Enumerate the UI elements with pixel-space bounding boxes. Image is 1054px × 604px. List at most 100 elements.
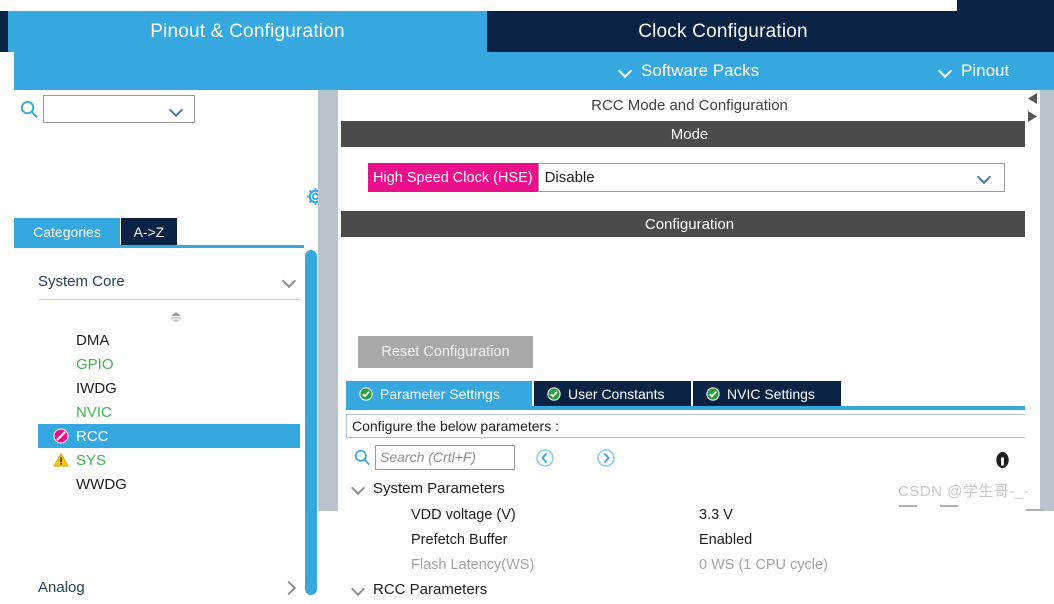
check-circle-icon <box>706 386 720 401</box>
param-value: Enabled <box>699 531 753 548</box>
param-group-system-parameters[interactable]: System Parameters <box>352 476 505 500</box>
param-group-label: RCC Parameters <box>373 580 488 598</box>
tab-nvic-settings[interactable]: NVIC Settings <box>693 381 841 406</box>
main-tab-bar: Pinout & Configuration Clock Configurati… <box>0 11 1054 52</box>
chevron-down-icon <box>171 105 182 116</box>
configure-parameters-banner: Configure the below parameters : <box>346 414 1038 438</box>
table-row[interactable]: Prefetch Buffer Enabled <box>346 527 1038 552</box>
panel-divider <box>318 90 338 511</box>
param-group-label: System Parameters <box>373 479 505 497</box>
right-panel-scrollbar-track[interactable] <box>1025 90 1040 511</box>
forbidden-icon <box>52 428 69 445</box>
configuration-tab-underline <box>346 406 1040 410</box>
param-group-rcc-parameters[interactable]: RCC Parameters <box>352 577 487 601</box>
pinout-menu[interactable]: Pinout <box>940 52 1009 90</box>
tab-label: Categories <box>33 223 101 240</box>
search-icon[interactable] <box>354 449 371 466</box>
group-label: Analog <box>38 578 85 596</box>
next-arrow-icon[interactable] <box>596 448 616 468</box>
chevron-down-icon <box>940 65 952 77</box>
hse-mode-value: Disable <box>544 169 595 186</box>
left-panel-scrollbar-thumb[interactable] <box>305 250 317 595</box>
tree-item-iwdg[interactable]: IWDG <box>38 376 300 400</box>
tree-item-wwdg[interactable]: WWDG <box>38 472 300 496</box>
group-header-system-core[interactable]: System Core <box>38 263 300 300</box>
peripheral-tree-inner: System Core DMA GPIO IWDG NVIC RCC SYS W… <box>14 251 304 604</box>
tree-item-label: WWDG <box>76 475 127 493</box>
chevron-down-icon <box>352 482 365 495</box>
tab-user-constants[interactable]: User Constants <box>534 381 691 406</box>
watermark: CSDN @学生哥-_- <box>898 483 1030 500</box>
toolbar-left-pad <box>0 52 14 90</box>
chevron-right-icon <box>283 581 296 594</box>
warning-icon <box>52 452 69 469</box>
tab-overflow[interactable] <box>960 11 1054 52</box>
software-packs-label: Software Packs <box>641 61 760 80</box>
hse-mode-select[interactable]: Disable <box>537 163 1005 192</box>
tree-item-gpio[interactable]: GPIO <box>38 352 300 376</box>
item-status-icon <box>52 380 69 397</box>
section-header-configuration: Configuration <box>341 211 1038 237</box>
window-top-strip <box>0 0 1054 11</box>
group-label: System Core <box>38 272 125 290</box>
secondary-toolbar: Software Packs Pinout <box>0 52 1054 90</box>
tree-item-dma[interactable]: DMA <box>38 328 300 352</box>
info-icon[interactable] <box>992 447 1013 469</box>
window-scrollbar-column[interactable] <box>1040 90 1054 511</box>
scroll-down-arrow-icon[interactable] <box>1026 110 1039 123</box>
tree-item-rcc[interactable]: RCC <box>38 424 300 448</box>
chevron-down-icon <box>620 65 632 77</box>
category-tab-bar: Categories A->Z <box>0 218 330 245</box>
tab-label: User Constants <box>568 385 665 402</box>
category-tab-filler <box>177 218 330 245</box>
page-title: RCC Mode and Configuration <box>338 90 1041 120</box>
banner-text: Configure the below parameters : <box>352 418 559 434</box>
chevron-down-icon <box>283 275 296 288</box>
tab-label: Pinout & Configuration <box>150 20 345 42</box>
right-panel: RCC Mode and Configuration Mode High Spe… <box>338 90 1041 598</box>
item-status-icon <box>52 356 69 373</box>
tree-item-label: IWDG <box>76 379 117 397</box>
mode-row-hse: High Speed Clock (HSE) Disable <box>368 163 1005 192</box>
tab-categories[interactable]: Categories <box>14 218 120 245</box>
left-panel: Categories A->Z System Core DMA GPIO IWD… <box>0 90 330 601</box>
software-packs-menu[interactable]: Software Packs <box>620 52 759 90</box>
parameter-search-row: Search (Crtl+F) <box>346 442 1038 474</box>
tree-item-nvic[interactable]: NVIC <box>38 400 300 424</box>
parameter-search-input[interactable]: Search (Crtl+F) <box>375 445 515 470</box>
tree-item-sys[interactable]: SYS <box>38 448 300 472</box>
peripheral-search-combo[interactable] <box>43 95 195 123</box>
tab-label: Clock Configuration <box>638 20 808 42</box>
peripheral-tree: System Core DMA GPIO IWDG NVIC RCC SYS W… <box>14 245 318 601</box>
check-circle-icon <box>547 386 561 401</box>
tree-item-label: SYS <box>76 451 107 469</box>
group-header-analog[interactable]: Analog <box>38 569 300 604</box>
tab-clock-configuration[interactable]: Clock Configuration <box>489 11 957 52</box>
scroll-up-arrow-icon[interactable] <box>1026 92 1039 105</box>
param-value: 0 WS (1 CPU cycle) <box>699 556 828 573</box>
horizontal-scrollbar[interactable] <box>338 503 1044 511</box>
tree-item-label: DMA <box>76 331 110 349</box>
peripheral-search-row <box>0 90 330 130</box>
tab-pinout-and-configuration[interactable]: Pinout & Configuration <box>8 11 487 52</box>
param-name: Prefetch Buffer <box>411 531 508 548</box>
hscroll-seg <box>940 505 958 507</box>
hscroll-seg <box>899 505 917 507</box>
tab-parameter-settings[interactable]: Parameter Settings <box>346 381 532 406</box>
search-icon[interactable] <box>20 100 39 119</box>
chevron-down-icon <box>352 583 365 596</box>
collapse-handle-icon[interactable] <box>166 311 186 323</box>
tab-label: NVIC Settings <box>727 385 815 402</box>
chevron-down-icon <box>979 172 990 183</box>
nav-sliver <box>957 0 1054 11</box>
tab-a-to-z[interactable]: A->Z <box>121 218 177 245</box>
configuration-tab-bar: Parameter Settings User Constants NVIC S… <box>346 381 1041 406</box>
item-status-icon <box>52 476 69 493</box>
reset-configuration-button[interactable]: Reset Configuration <box>358 336 533 368</box>
section-label: Configuration <box>644 215 735 233</box>
pinout-label: Pinout <box>961 61 1010 80</box>
tab-label: Parameter Settings <box>380 385 500 402</box>
section-label: Mode <box>670 125 709 143</box>
tab-label: A->Z <box>133 223 165 240</box>
prev-arrow-icon[interactable] <box>535 448 555 468</box>
